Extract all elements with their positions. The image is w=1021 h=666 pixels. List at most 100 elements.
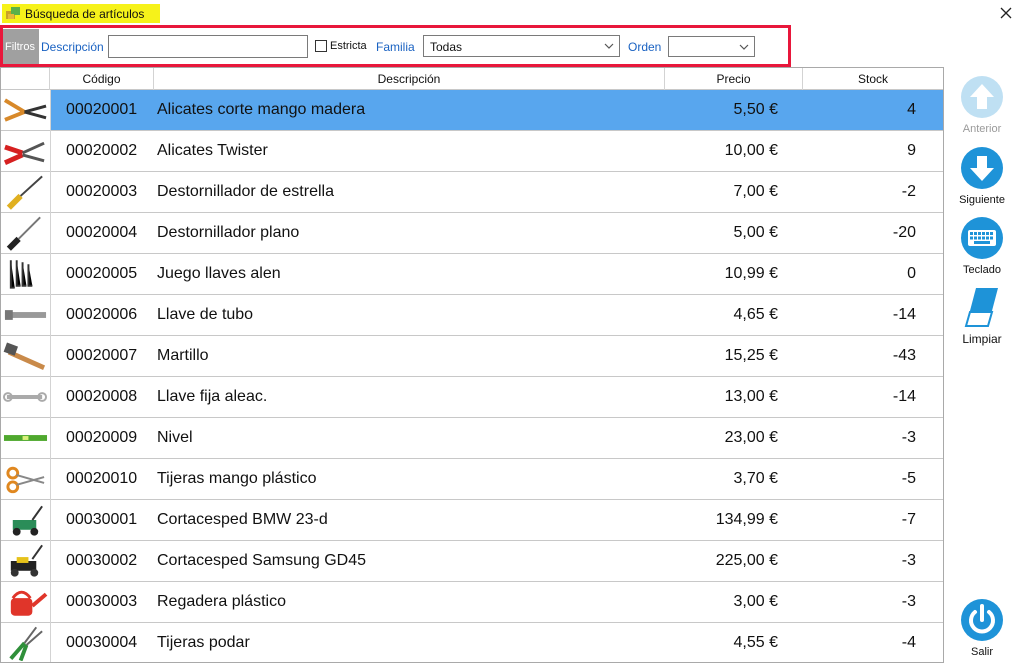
column-divider	[50, 295, 51, 336]
table-row[interactable]: 00020010 Tijeras mango plástico 3,70 € -5	[1, 459, 943, 500]
cell-description: Martillo	[157, 347, 209, 364]
pruning-shears-thumbnail	[9, 626, 43, 661]
exit-label: Salir	[970, 646, 993, 658]
cell-price: 23,00 €	[724, 429, 778, 446]
order-select[interactable]	[668, 36, 755, 57]
table-row[interactable]: 00020006 Llave de tubo 4,65 € -14	[1, 295, 943, 336]
chevron-down-icon	[604, 43, 614, 49]
filters-tag: Filtros	[1, 29, 39, 64]
cell-code: 00020009	[66, 429, 138, 446]
close-button[interactable]	[993, 2, 1019, 24]
description-label: Descripción	[41, 40, 104, 54]
close-icon	[1000, 7, 1012, 19]
table-row[interactable]: 00020008 Llave fija aleac. 13,00 € -14	[1, 377, 943, 418]
table-row[interactable]: 00020009 Nivel 23,00 € -3	[1, 418, 943, 459]
column-divider	[50, 418, 51, 459]
screwdriver-flat-thumbnail	[6, 216, 41, 251]
column-divider	[50, 336, 51, 377]
cell-description: Nivel	[157, 429, 193, 446]
cell-price: 5,50 €	[733, 101, 778, 118]
table-row[interactable]: 00020007 Martillo 15,25 € -43	[1, 336, 943, 377]
header-description[interactable]: Descripción	[154, 68, 665, 90]
table-row[interactable]: 00020004 Destornillador plano 5,00 € -20	[1, 213, 943, 254]
cell-code: 00020002	[66, 142, 138, 159]
eraser-icon	[964, 288, 998, 327]
app-icon	[6, 7, 20, 19]
cell-stock: -4	[901, 634, 916, 651]
column-divider	[50, 213, 51, 254]
cell-code: 00030001	[66, 511, 138, 528]
hammer-thumbnail	[3, 342, 46, 370]
table-row[interactable]: 00020002 Alicates Twister 10,00 € 9	[1, 131, 943, 172]
table-row[interactable]: 00020001 Alicates corte mango madera 5,50 …	[1, 90, 943, 131]
clear-label: Limpiar	[962, 332, 1002, 346]
clear-button[interactable]: Limpiar	[950, 286, 1014, 346]
cell-stock: -5	[901, 470, 916, 487]
cell-price: 225,00 €	[715, 552, 778, 569]
table-row[interactable]: 00020005 Juego llaves alen 10,99 € 0	[1, 254, 943, 295]
power-icon	[961, 599, 1003, 641]
cell-price: 3,00 €	[733, 593, 778, 610]
pliers-cutting-thumbnail	[3, 98, 47, 122]
cell-price: 3,70 €	[733, 470, 778, 487]
keyboard-button[interactable]: Teclado	[950, 216, 1014, 276]
arrow-up-icon	[961, 76, 1003, 118]
cell-description: Cortacesped Samsung GD45	[157, 552, 366, 569]
cell-price: 13,00 €	[724, 388, 778, 405]
cell-description: Regadera plástico	[157, 593, 286, 610]
table-row[interactable]: 00020003 Destornillador de estrella 7,00 €…	[1, 172, 943, 213]
family-select[interactable]: Todas	[423, 35, 620, 57]
column-divider	[50, 377, 51, 418]
title-bar: Búsqueda de artículos	[0, 0, 1021, 27]
screwdriver-phillips-thumbnail	[6, 175, 43, 210]
column-divider	[50, 500, 51, 541]
family-label: Familia	[376, 40, 415, 54]
cell-stock: 9	[907, 142, 916, 159]
cell-stock: -43	[892, 347, 916, 364]
cell-stock: -2	[901, 183, 916, 200]
arrow-down-icon	[961, 147, 1003, 189]
cell-stock: 0	[907, 265, 916, 282]
cell-stock: -3	[901, 429, 916, 446]
cell-code: 00030004	[66, 634, 138, 651]
table-row[interactable]: 00030001 Cortacesped BMW 23-d 134,99 € -7	[1, 500, 943, 541]
cell-stock: -3	[901, 593, 916, 610]
table-row[interactable]: 00030003 Regadera plástico 3,00 € -3	[1, 582, 943, 623]
allen-keys-thumbnail	[9, 260, 33, 289]
previous-button[interactable]: Anterior	[950, 75, 1014, 135]
cell-stock: -7	[901, 511, 916, 528]
cell-description: Tijeras mango plástico	[157, 470, 317, 487]
cell-code: 00030003	[66, 593, 138, 610]
next-button[interactable]: Siguiente	[950, 146, 1014, 206]
previous-label: Anterior	[962, 123, 1002, 135]
header-code[interactable]: Código	[50, 68, 154, 90]
cell-description: Alicates Twister	[157, 142, 268, 159]
cell-price: 4,55 €	[733, 634, 778, 651]
cell-price: 5,00 €	[733, 224, 778, 241]
cell-stock: -20	[892, 224, 916, 241]
description-input[interactable]	[108, 35, 308, 58]
cell-price: 7,00 €	[733, 183, 778, 200]
table-row[interactable]: 00030002 Cortacesped Samsung GD45 225,00 €…	[1, 541, 943, 582]
keyboard-icon	[961, 217, 1003, 259]
order-label: Orden	[628, 40, 662, 54]
strict-checkbox[interactable]	[315, 40, 327, 52]
table-row[interactable]: 00030004 Tijeras podar 4,55 € -4	[1, 623, 943, 662]
strict-label: Estricta	[330, 40, 367, 52]
column-divider	[50, 541, 51, 582]
header-image	[1, 68, 50, 90]
cell-description: Cortacesped BMW 23-d	[157, 511, 328, 528]
cell-price: 10,00 €	[724, 142, 778, 159]
cell-description: Tijeras podar	[157, 634, 250, 651]
window-title: Búsqueda de artículos	[25, 7, 145, 21]
chevron-down-icon	[739, 44, 749, 50]
watering-can-thumbnail	[10, 590, 48, 616]
cell-code: 00030002	[66, 552, 138, 569]
header-stock[interactable]: Stock	[803, 68, 943, 90]
cell-description: Alicates corte mango madera	[157, 101, 366, 118]
exit-button[interactable]: Salir	[950, 598, 1014, 658]
header-price[interactable]: Precio	[665, 68, 803, 90]
tube-wrench-thumbnail	[4, 310, 47, 320]
cell-code: 00020006	[66, 306, 138, 323]
cell-stock: -14	[892, 388, 916, 405]
